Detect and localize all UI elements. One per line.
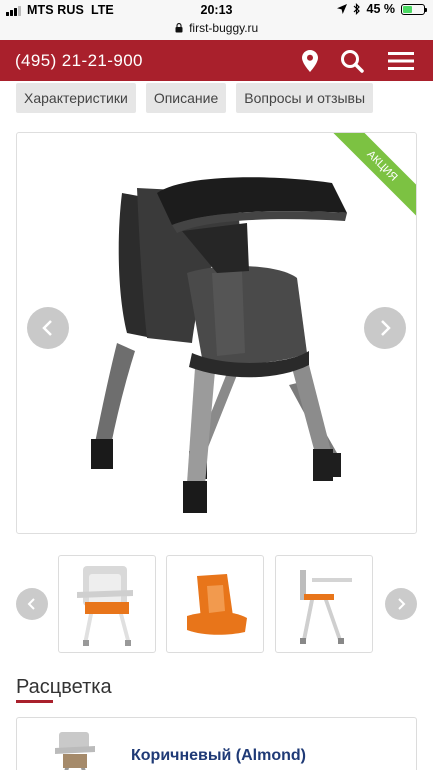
thumbnail-3[interactable] xyxy=(275,555,373,653)
color-option-card[interactable]: Коричневый (Almond) xyxy=(16,717,417,770)
battery-fill xyxy=(403,5,412,13)
thumb-chair-orange-tray xyxy=(77,566,133,646)
thumb-orange-seat-insert xyxy=(187,574,247,635)
color-option-thumbnail xyxy=(55,732,95,770)
thumbnail-1[interactable] xyxy=(58,555,156,653)
colors-section-title: Расцветка xyxy=(16,676,112,698)
color-option-name: Коричневый (Almond) xyxy=(131,747,306,764)
battery-icon xyxy=(401,3,427,15)
product-image-card: АКЦИЯ xyxy=(16,132,417,534)
thumbs-next-button[interactable] xyxy=(385,588,417,620)
tab-description[interactable]: Описание xyxy=(145,83,227,113)
thumbs-prev-button[interactable] xyxy=(16,588,48,620)
search-icon[interactable] xyxy=(339,48,365,74)
promo-badge: АКЦИЯ xyxy=(326,133,416,223)
tab-characteristics[interactable]: Характеристики xyxy=(16,83,136,113)
chevron-left-icon xyxy=(42,320,52,336)
hamburger-menu-icon[interactable] xyxy=(388,48,414,74)
url-text: first-buggy.ru xyxy=(189,20,259,35)
battery-percent: 45 % xyxy=(366,2,396,16)
address-bar[interactable]: first-buggy.ru xyxy=(0,20,433,40)
map-pin-icon[interactable] xyxy=(297,48,323,74)
site-header: (495) 21-21-900 xyxy=(0,40,433,81)
section-title-underline xyxy=(16,700,53,703)
location-arrow-icon xyxy=(336,4,347,14)
status-bar: MTS RUS LTE 20:13 45 % xyxy=(0,0,433,20)
chevron-right-icon xyxy=(398,598,406,610)
thumbnail-2[interactable] xyxy=(166,555,264,653)
chevron-right-icon xyxy=(381,320,391,336)
product-tabs: Характеристики Описание Вопросы и отзывы xyxy=(16,83,374,113)
thumb-chair-side-view xyxy=(300,570,352,644)
gallery-next-button[interactable] xyxy=(364,307,406,349)
lock-icon xyxy=(175,22,183,33)
gallery-prev-button[interactable] xyxy=(27,307,69,349)
chevron-left-icon xyxy=(27,598,35,610)
tab-questions-reviews[interactable]: Вопросы и отзывы xyxy=(236,83,374,113)
phone-link[interactable]: (495) 21-21-900 xyxy=(15,51,143,71)
promo-ribbon: АКЦИЯ xyxy=(326,133,416,223)
bluetooth-icon xyxy=(353,3,360,15)
